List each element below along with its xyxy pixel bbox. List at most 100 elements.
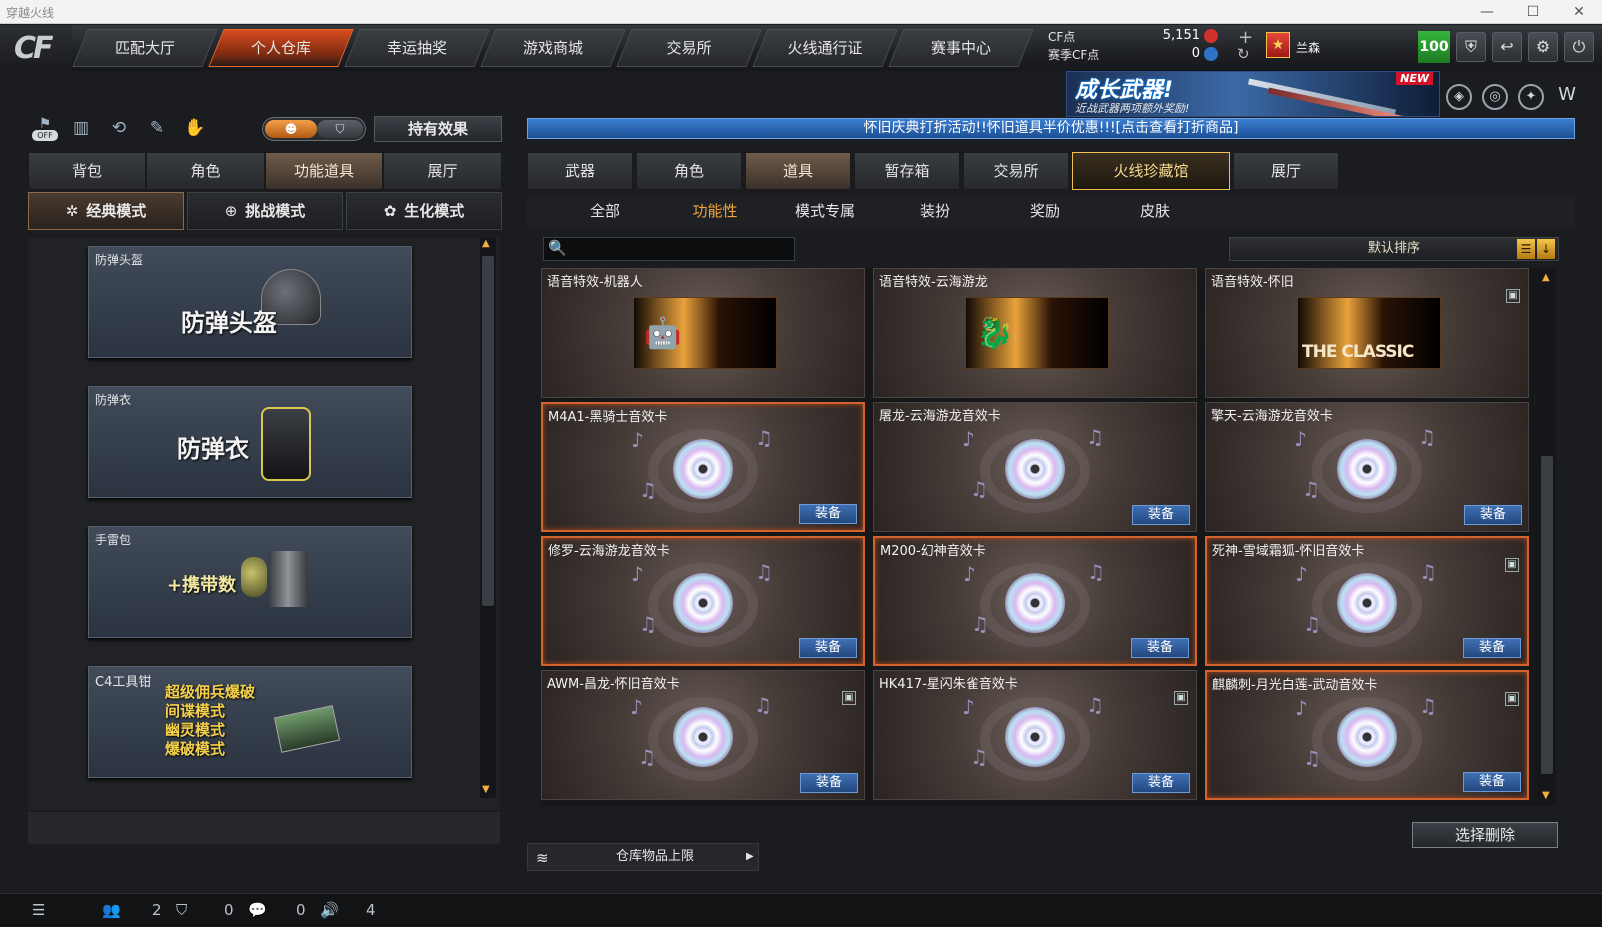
item-card[interactable]: M4A1-黑骑士音效卡 ♪ ♫ ♫ 装备: [541, 402, 865, 532]
equip-button[interactable]: 装备: [1132, 773, 1190, 793]
paint-icon[interactable]: ✎: [144, 118, 170, 142]
shield-icon[interactable]: ⛨: [1456, 32, 1486, 62]
effects-button[interactable]: 持有效果: [374, 116, 502, 142]
mode-tab[interactable]: ✲ 经典模式: [28, 192, 184, 230]
sub-tab[interactable]: 全部: [555, 195, 655, 229]
item-card[interactable]: 擎天-云海游龙音效卡 ♪ ♫ ♫ 装备: [1205, 402, 1529, 532]
friends-icon[interactable]: 👥: [102, 901, 121, 919]
right-tab[interactable]: 角色: [636, 152, 742, 190]
right-tab[interactable]: 交易所: [963, 152, 1069, 190]
gear-icon[interactable]: ⚙: [1528, 32, 1558, 62]
left-tab[interactable]: 功能道具: [265, 152, 383, 190]
expand-icon[interactable]: ▶: [746, 844, 754, 870]
scroll-down-icon[interactable]: ▼: [1542, 790, 1550, 801]
podium-icon[interactable]: ▥: [68, 118, 94, 142]
sub-tab[interactable]: 模式专属: [775, 195, 875, 229]
item-card[interactable]: HK417-星闪朱雀音效卡 ♪ ♫ ♫ 装备 ▣: [873, 670, 1197, 800]
equip-button[interactable]: 装备: [1131, 638, 1189, 658]
refresh-icon[interactable]: ↻: [1237, 45, 1250, 63]
maximize-button[interactable]: ☐: [1510, 0, 1556, 24]
right-tab[interactable]: 展厅: [1233, 152, 1339, 190]
mode-tab[interactable]: ⊕ 挑战模式: [187, 192, 343, 230]
nav-tab[interactable]: 赛事中心: [888, 29, 1034, 67]
scroll-thumb[interactable]: [482, 256, 494, 606]
item-c4-pliers[interactable]: C4工具钳 超级佣兵爆破 间谍模式 幽灵模式 爆破模式: [88, 666, 412, 778]
item-vest[interactable]: 防弹衣 防弹衣: [88, 386, 412, 498]
equip-button[interactable]: 装备: [1464, 505, 1522, 525]
equip-button[interactable]: 装备: [1463, 638, 1521, 658]
equip-button[interactable]: 装备: [799, 504, 857, 524]
item-card[interactable]: 麒麟刺-月光白莲-武动音效卡 ♪ ♫ ♫ 装备 ▣: [1205, 670, 1529, 800]
cf-logo[interactable]: CF: [0, 25, 72, 71]
helmet-toggle-icon[interactable]: ☻: [265, 120, 317, 138]
item-card[interactable]: 死神-雪域霜狐-怀旧音效卡 ♪ ♫ ♫ 装备 ▣: [1205, 536, 1529, 666]
capacity-bar[interactable]: ≋ 仓库物品上限 ▶: [527, 843, 759, 871]
nav-tab[interactable]: 匹配大厅: [72, 29, 218, 67]
equip-button[interactable]: 装备: [799, 638, 857, 658]
right-tab[interactable]: 暂存箱: [854, 152, 960, 190]
right-tab[interactable]: 武器: [527, 152, 633, 190]
grid-scrollbar[interactable]: ▲ ▼: [1538, 270, 1556, 806]
mouse-icon[interactable]: ✋: [182, 118, 208, 142]
sub-tab[interactable]: 功能性: [665, 195, 765, 229]
power-icon[interactable]: ⏻: [1564, 32, 1594, 62]
item-grenade-pack[interactable]: 手雷包 +携带数: [88, 526, 412, 638]
wings-icon[interactable]: ◈: [1446, 84, 1472, 110]
item-card[interactable]: 语音特效-机器人 🤖: [541, 268, 865, 398]
menu-icon[interactable]: ☰: [32, 901, 45, 919]
sub-tab[interactable]: 奖励: [995, 195, 1095, 229]
left-tab[interactable]: 角色: [146, 152, 265, 190]
close-button[interactable]: ✕: [1556, 0, 1602, 24]
sub-tab[interactable]: 装扮: [885, 195, 985, 229]
mode-toggle[interactable]: ☻ ⛉: [262, 117, 366, 141]
scroll-up-icon[interactable]: ▲: [482, 238, 490, 249]
equip-button[interactable]: 装备: [800, 773, 858, 793]
scroll-up-icon[interactable]: ▲: [1542, 272, 1550, 283]
minimize-button[interactable]: —: [1464, 0, 1510, 24]
sort-dropdown[interactable]: 默认排序: [1229, 237, 1559, 261]
item-card[interactable]: 屠龙-云海游龙音效卡 ♪ ♫ ♫ 装备: [873, 402, 1197, 532]
promo-marquee[interactable]: 怀旧庆典打折活动!!怀旧道具半价优惠!!![点击查看打折商品]: [527, 118, 1575, 139]
chat-icon[interactable]: 💬: [248, 901, 267, 919]
nav-tab[interactable]: 游戏商城: [480, 29, 626, 67]
guild-icon[interactable]: ⛉: [176, 901, 187, 919]
item-card[interactable]: AWM-昌龙-怀旧音效卡 ♪ ♫ ♫ 装备 ▣: [541, 670, 865, 800]
sub-tab[interactable]: 皮肤: [1105, 195, 1205, 229]
right-tab[interactable]: 道具: [745, 152, 851, 190]
item-card[interactable]: 语音特效-云海游龙 🐉: [873, 268, 1197, 398]
item-card[interactable]: 修罗-云海游龙音效卡 ♪ ♫ ♫ 装备: [541, 536, 865, 666]
mode-tab[interactable]: ✿ 生化模式: [346, 192, 502, 230]
nav-tab[interactable]: 火线通行证: [752, 29, 898, 67]
nav-tab[interactable]: 个人仓库: [208, 29, 354, 67]
history-icon[interactable]: ⟲: [106, 118, 132, 142]
scroll-down-icon[interactable]: ▼: [482, 784, 490, 795]
right-tab[interactable]: 火线珍藏馆: [1072, 152, 1230, 190]
speaker-icon[interactable]: 🔊: [320, 901, 339, 919]
left-tab[interactable]: 背包: [28, 152, 146, 190]
search-input[interactable]: 🔍: [543, 237, 795, 261]
off-toggle-icon[interactable]: ⚑ OFF: [30, 116, 60, 144]
nav-tab[interactable]: 幸运抽奖: [344, 29, 490, 67]
item-helmet[interactable]: 防弹头盔 防弹头盔: [88, 246, 412, 358]
player-name[interactable]: 兰森: [1296, 39, 1320, 56]
scroll-thumb[interactable]: [1541, 456, 1553, 774]
sort-order-icon[interactable]: ↓: [1537, 239, 1555, 259]
item-card[interactable]: M200-幻神音效卡 ♪ ♫ ♫ 装备: [873, 536, 1197, 666]
nav-tab[interactable]: 交易所: [616, 29, 762, 67]
list-view-icon[interactable]: ☰: [1517, 239, 1535, 259]
left-scrollbar[interactable]: ▲ ▼: [480, 238, 496, 798]
equip-button[interactable]: 装备: [1463, 772, 1521, 792]
promo-banner[interactable]: 成长武器! 近战武器两项额外奖励! NEW: [1066, 71, 1440, 117]
left-tab[interactable]: 展厅: [383, 152, 502, 190]
globe-icon[interactable]: ◎: [1482, 84, 1508, 110]
equip-button[interactable]: 装备: [1132, 505, 1190, 525]
emblem-toggle-icon[interactable]: ⛉: [317, 120, 363, 138]
level-badge[interactable]: 100: [1418, 31, 1450, 63]
item-name: AWM-昌龙-怀旧音效卡: [547, 677, 680, 692]
star-icon[interactable]: ✦: [1518, 84, 1544, 110]
item-card[interactable]: 语音特效-怀旧 THE CLASSIC ▣: [1205, 268, 1529, 398]
vip-icon[interactable]: W: [1554, 84, 1580, 110]
select-delete-button[interactable]: 选择删除: [1412, 822, 1558, 848]
return-icon[interactable]: ↩: [1492, 32, 1522, 62]
rank-icon[interactable]: ★: [1266, 32, 1290, 58]
